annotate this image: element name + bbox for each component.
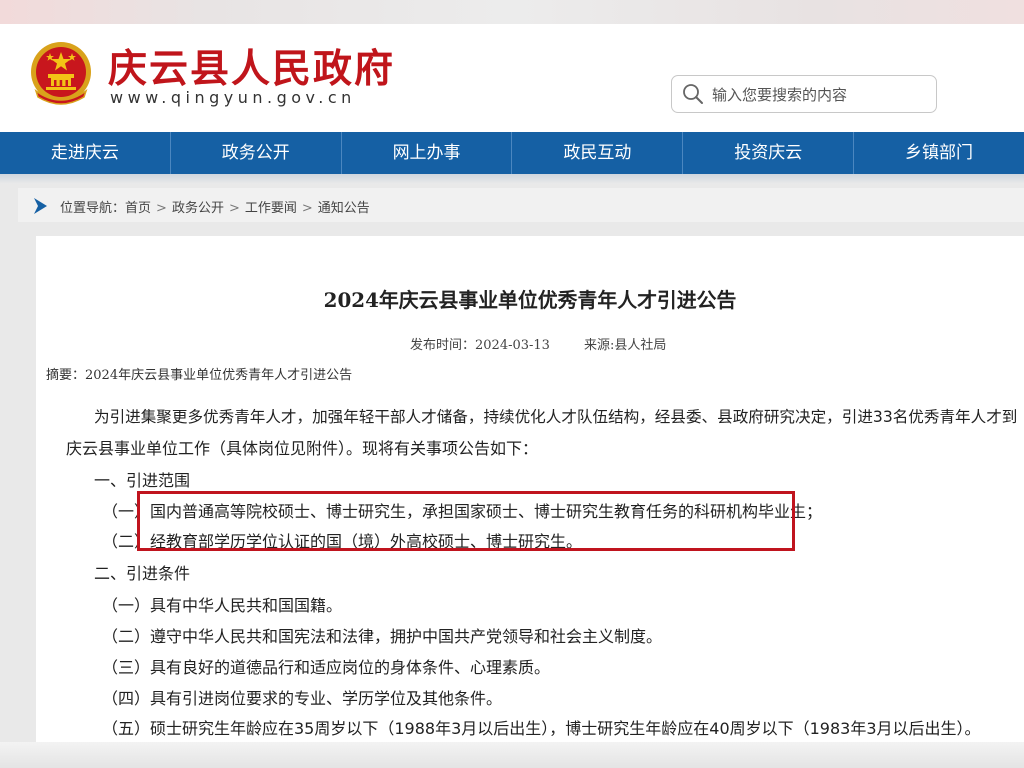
nav-shadow: [0, 174, 1024, 184]
site-header: 庆云县人民政府 www.qingyun.gov.cn: [0, 24, 1024, 132]
breadcrumb-text: 位置导航：首页 > 政务公开 > 工作要闻 > 通知公告: [60, 197, 370, 216]
section2-heading: 二、引进条件: [94, 564, 191, 583]
publish-time: 发布时间：2024-03-13: [410, 338, 550, 353]
section2-item: （一）具有中华人民共和国国籍。: [102, 596, 343, 615]
section1-heading: 一、引进范围: [94, 471, 191, 490]
breadcrumb-zhengwu[interactable]: 政务公开: [172, 201, 224, 216]
national-emblem-icon: [31, 42, 91, 105]
nav-item-hudong[interactable]: 政民互动: [512, 132, 684, 174]
article-summary: 摘要：2024年庆云县事业单位优秀青年人才引进公告: [46, 368, 353, 383]
article-source: 来源:县人社局: [583, 338, 667, 353]
chevron-right-icon: [34, 198, 47, 214]
main-nav: 走进庆云 政务公开 网上办事 政民互动 投资庆云 乡镇部门: [0, 132, 1024, 174]
top-background-strip: [0, 0, 1024, 24]
section2-item: （四）具有引进岗位要求的专业、学历学位及其他条件。: [102, 689, 503, 708]
search-icon[interactable]: [682, 83, 704, 105]
nav-item-xiangzhen[interactable]: 乡镇部门: [854, 132, 1024, 174]
nav-item-touzi[interactable]: 投资庆云: [683, 132, 855, 174]
search-box[interactable]: [671, 75, 937, 113]
intro-paragraph-line-1: 为引进集聚更多优秀青年人才，加强年轻干部人才储备，持续优化人才队伍结构，经县委、…: [94, 408, 1018, 426]
breadcrumb-separator: >: [301, 201, 313, 216]
search-input[interactable]: [710, 82, 934, 108]
section2-item: （五）硕士研究生年龄应在35周岁以下（1988年3月以后出生），博士研究生年龄应…: [102, 719, 981, 738]
section2-item: （三）具有良好的道德品行和适应岗位的身体条件、心理素质。: [102, 658, 551, 677]
intro-paragraph-line-2: 庆云县事业单位工作（具体岗位见附件）。现将有关事项公告如下：: [66, 439, 539, 458]
breadcrumb-home[interactable]: 首页: [125, 201, 151, 216]
breadcrumb-tongzhi[interactable]: 通知公告: [318, 201, 370, 216]
bottom-background-strip: [0, 742, 1024, 768]
red-highlight-annotation: [137, 491, 795, 551]
nav-item-zoujin[interactable]: 走进庆云: [0, 132, 171, 174]
nav-item-zhengwu[interactable]: 政务公开: [171, 132, 342, 174]
breadcrumb-separator: >: [228, 201, 240, 216]
section2-item: （二）遵守中华人民共和国宪法和法律，拥护中国共产党领导和社会主义制度。: [102, 627, 663, 646]
site-url: www.qingyun.gov.cn: [110, 88, 356, 107]
breadcrumb: 位置导航：首页 > 政务公开 > 工作要闻 > 通知公告: [18, 188, 1024, 222]
nav-item-banshi[interactable]: 网上办事: [342, 132, 513, 174]
breadcrumb-prefix: 位置导航：: [60, 201, 126, 216]
article-meta: 发布时间：2024-03-13 来源:县人社局: [410, 334, 666, 353]
article-content: 2024年庆云县事业单位优秀青年人才引进公告 发布时间：2024-03-13 来源…: [36, 236, 1024, 768]
article-title: 2024年庆云县事业单位优秀青年人才引进公告: [323, 288, 737, 312]
breadcrumb-yaowen[interactable]: 工作要闻: [245, 201, 297, 216]
breadcrumb-separator: >: [156, 201, 167, 216]
site-title[interactable]: 庆云县人民政府: [108, 38, 395, 94]
